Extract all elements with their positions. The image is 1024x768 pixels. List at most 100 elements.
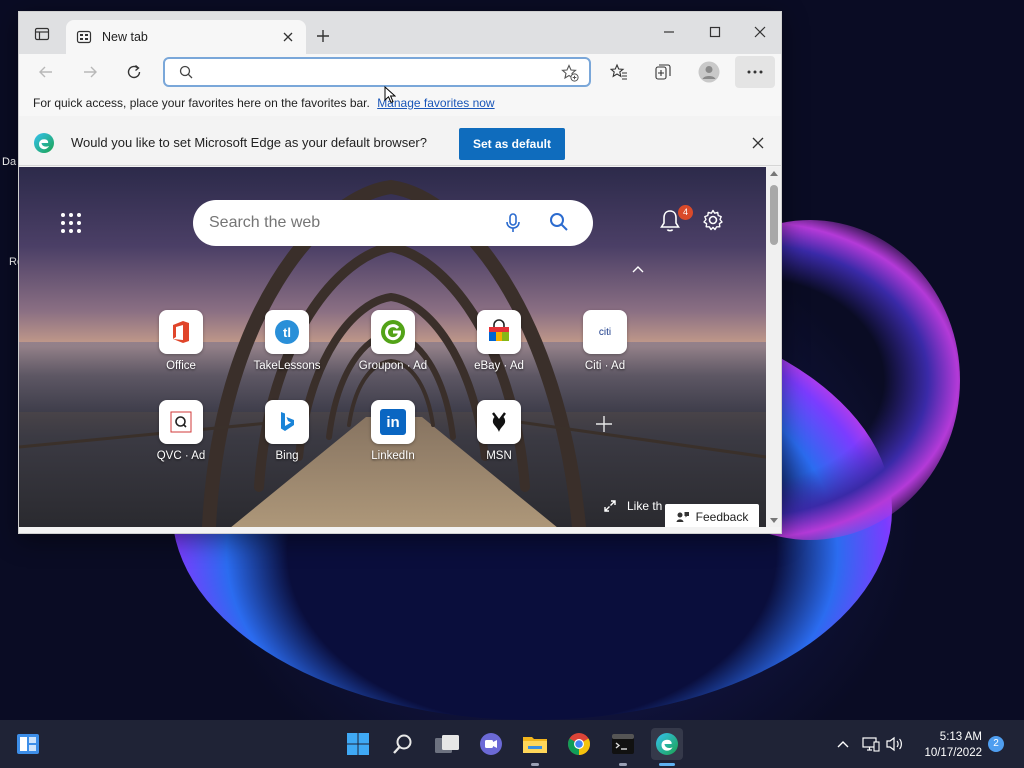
favorites-bar: For quick access, place your favorites h…	[19, 90, 781, 116]
desktop-icon-label[interactable]: Da	[2, 156, 16, 168]
windows-logo-icon	[347, 733, 369, 755]
minimize-icon	[664, 31, 674, 33]
star-plus-icon	[561, 64, 579, 82]
minimize-button[interactable]	[646, 12, 692, 52]
tile-label: QVC · Ad	[156, 450, 206, 462]
citi-logo-text: citi	[598, 326, 612, 338]
tile-label: MSN	[486, 450, 512, 462]
profile-button[interactable]	[694, 58, 724, 86]
page-settings-button[interactable]	[702, 209, 726, 233]
arrow-right-icon	[84, 66, 97, 78]
add-favorite-button[interactable]	[561, 64, 579, 87]
tab-close-button[interactable]	[280, 29, 296, 45]
tile-label: Citi · Ad	[584, 360, 626, 372]
start-button[interactable]	[342, 728, 374, 760]
browser-toolbar	[19, 54, 781, 90]
tile-label: Groupon · Ad	[358, 360, 428, 372]
notification-center-badge[interactable]: 2	[988, 736, 1004, 752]
browser-window: New tab For quick access, place your fav…	[18, 11, 782, 534]
feedback-label: Feedback	[695, 510, 749, 524]
infobar-message: Would you like to set Microsoft Edge as …	[71, 135, 427, 150]
task-view-button[interactable]	[431, 728, 463, 760]
favorites-button[interactable]	[604, 58, 634, 86]
refresh-button[interactable]	[119, 58, 149, 86]
linkedin-logo-text: in	[380, 409, 406, 435]
edge-button[interactable]	[651, 728, 683, 766]
show-hidden-icons-button[interactable]	[833, 734, 853, 754]
close-icon	[283, 32, 293, 42]
collapse-button[interactable]	[631, 261, 647, 273]
close-window-button[interactable]	[737, 12, 781, 52]
collections-icon	[655, 64, 671, 80]
forward-button[interactable]	[75, 58, 105, 86]
scrollbar-thumb[interactable]	[770, 185, 778, 245]
plus-icon	[596, 416, 612, 432]
speaker-icon	[886, 736, 902, 752]
volume-button[interactable]	[885, 734, 905, 754]
citi-icon: citi	[583, 310, 627, 354]
chrome-button[interactable]	[563, 728, 595, 760]
web-search-input[interactable]	[209, 213, 489, 233]
favorites-bar-hint: For quick access, place your favorites h…	[33, 96, 370, 110]
scroll-up-arrow-icon[interactable]	[770, 171, 778, 176]
ebay-icon	[477, 310, 521, 354]
maximize-button[interactable]	[692, 12, 738, 52]
address-input[interactable]	[201, 63, 541, 83]
scroll-down-arrow-icon[interactable]	[770, 518, 778, 523]
web-search-submit-button[interactable]	[549, 212, 569, 237]
taskbar-search-button[interactable]	[387, 728, 419, 760]
settings-and-more-button[interactable]	[735, 56, 775, 88]
favorites-icon	[610, 63, 627, 80]
tab-actions-button[interactable]	[27, 22, 57, 46]
search-icon	[393, 734, 412, 754]
tile-label: TakeLessons	[253, 360, 321, 372]
network-icon	[862, 737, 880, 752]
address-bar[interactable]	[163, 57, 591, 87]
add-site-button[interactable]	[595, 415, 613, 433]
expand-icon	[604, 500, 616, 512]
page-scrollbar[interactable]	[766, 167, 781, 527]
collections-button[interactable]	[648, 58, 678, 86]
tile-bing[interactable]: Bing	[247, 400, 327, 462]
tile-ebay[interactable]: eBay · Ad	[459, 310, 539, 372]
tile-groupon[interactable]: Groupon · Ad	[353, 310, 433, 372]
tile-label: LinkedIn	[371, 450, 415, 462]
mouse-cursor-icon	[384, 86, 396, 104]
default-browser-infobar: Would you like to set Microsoft Edge as …	[19, 118, 781, 166]
set-as-default-button[interactable]: Set as default	[459, 128, 565, 160]
web-search-box[interactable]	[193, 200, 593, 246]
chat-icon	[480, 733, 502, 755]
chevron-up-icon	[837, 741, 849, 748]
new-tab-button[interactable]	[311, 24, 335, 48]
plus-icon	[317, 30, 329, 42]
terminal-button[interactable]	[607, 728, 639, 766]
voice-search-button[interactable]	[503, 212, 523, 239]
tile-citi[interactable]: citi Citi · Ad	[565, 310, 645, 372]
widgets-button[interactable]	[12, 728, 44, 760]
tile-takelessons[interactable]: tl TakeLessons	[247, 310, 327, 372]
widgets-icon	[17, 734, 39, 754]
background-info[interactable]: Like th	[603, 499, 662, 513]
avatar-icon	[698, 61, 720, 83]
file-explorer-button[interactable]	[519, 728, 551, 766]
feedback-icon	[676, 512, 689, 522]
chat-button[interactable]	[475, 728, 507, 760]
tile-office[interactable]: Office	[141, 310, 221, 372]
close-icon	[752, 137, 764, 149]
clock[interactable]: 5:13 AM 10/17/2022	[912, 729, 982, 761]
app-launcher-button[interactable]	[59, 211, 83, 235]
maximize-icon	[709, 26, 721, 38]
running-indicator	[531, 763, 539, 766]
tab-new-tab[interactable]: New tab	[66, 20, 306, 54]
tile-qvc[interactable]: QVC · Ad	[141, 400, 221, 462]
tile-msn[interactable]: MSN	[459, 400, 539, 462]
feedback-button[interactable]: Feedback	[665, 504, 759, 527]
close-icon	[754, 26, 766, 38]
task-view-icon	[435, 735, 459, 753]
tile-linkedin[interactable]: in LinkedIn	[353, 400, 433, 462]
back-button[interactable]	[31, 58, 61, 86]
network-button[interactable]	[861, 734, 881, 754]
infobar-close-button[interactable]	[749, 134, 767, 152]
arrow-left-icon	[39, 66, 52, 78]
new-tab-page: 4 Office tl TakeLessons Groupon · Ad	[19, 167, 766, 527]
